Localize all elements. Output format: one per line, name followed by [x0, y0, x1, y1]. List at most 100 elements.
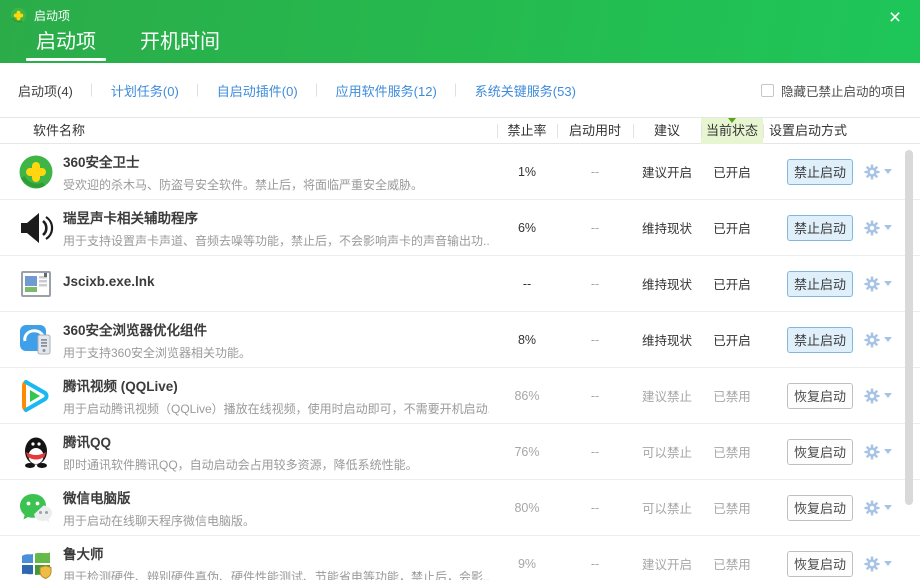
toggle-startup-button[interactable]: 禁止启动: [787, 271, 853, 297]
hide-disabled-checkbox[interactable]: 隐藏已禁止启动的项目: [761, 81, 906, 100]
software-description: 受欢迎的杀木马、防盗号安全软件。禁止后，将面临严重安全威胁。: [63, 176, 489, 193]
gear-dropdown-icon[interactable]: [863, 499, 892, 517]
software-description: 用于支持设置声卡声道、音频去噪等功能，禁止后，不会影响声卡的声音输出功...: [63, 232, 489, 249]
tab-startup-items[interactable]: 启动项: [36, 25, 96, 63]
toggle-startup-button[interactable]: 禁止启动: [787, 215, 853, 241]
table-row: 瑞昱声卡相关辅助程序 用于支持设置声卡声道、音频去噪等功能，禁止后，不会影响声卡…: [0, 200, 920, 256]
forbid-rate-value: 76%: [497, 445, 557, 459]
software-description: 用于支持360安全浏览器相关功能。: [63, 344, 489, 361]
table-row: 360安全浏览器优化组件 用于支持360安全浏览器相关功能。 8% -- 维持现…: [0, 312, 920, 368]
software-name: 鲁大师: [63, 543, 489, 563]
category-tab-4[interactable]: 系统关键服务(53): [456, 81, 595, 100]
gear-dropdown-icon[interactable]: [863, 275, 892, 293]
current-status-value: 已开启: [701, 274, 763, 293]
column-suggestion: 建议: [633, 118, 701, 144]
toggle-startup-button[interactable]: 恢复启动: [787, 439, 853, 465]
close-icon[interactable]: ×: [882, 4, 908, 30]
current-status-value: 已开启: [701, 330, 763, 349]
suggestion-value: 维持现状: [633, 330, 701, 349]
toggle-startup-button[interactable]: 恢复启动: [787, 551, 853, 577]
speaker-icon: [18, 210, 54, 246]
boot-time-value: --: [557, 389, 633, 403]
boot-time-value: --: [557, 557, 633, 571]
column-software-name: 软件名称: [0, 118, 497, 144]
column-forbid-rate: 禁止率: [497, 118, 557, 144]
boot-time-value: --: [557, 333, 633, 347]
toggle-startup-button[interactable]: 禁止启动: [787, 159, 853, 185]
window-title: 启动项: [34, 7, 70, 24]
main-tabs: 启动项 开机时间: [0, 30, 920, 63]
table-row: 鲁大师 用于检测硬件、辨别硬件真伪、硬件性能测试、节能省电等功能，禁止后，会影.…: [0, 536, 920, 580]
360-safe-icon: [18, 154, 54, 190]
current-status-value: 已禁用: [701, 498, 763, 517]
current-status-value: 已禁用: [701, 554, 763, 573]
qq-icon: [18, 434, 54, 470]
current-status-value: 已禁用: [701, 386, 763, 405]
table-row: 360安全卫士 受欢迎的杀木马、防盗号安全软件。禁止后，将面临严重安全威胁。 1…: [0, 144, 920, 200]
startup-manager-window: 启动项 × 启动项 开机时间 启动项(4)计划任务(0)自启动插件(0)应用软件…: [0, 0, 920, 580]
table-row: 腾讯QQ 即时通讯软件腾讯QQ，自动启动会占用较多资源，降低系统性能。 76% …: [0, 424, 920, 480]
sort-marker-icon: [728, 118, 736, 123]
category-tab-0[interactable]: 启动项(4): [18, 81, 92, 100]
suggestion-value: 维持现状: [633, 274, 701, 293]
table-row: 微信电脑版 用于启动在线聊天程序微信电脑版。 80% -- 可以禁止 已禁用 恢…: [0, 480, 920, 536]
software-name: 微信电脑版: [63, 487, 489, 507]
boot-time-value: --: [557, 277, 633, 291]
forbid-rate-value: --: [497, 277, 557, 291]
suggestion-value: 可以禁止: [633, 498, 701, 517]
app-window-icon: [18, 266, 54, 302]
forbid-rate-value: 1%: [497, 165, 557, 179]
forbid-rate-value: 86%: [497, 389, 557, 403]
toggle-startup-button[interactable]: 恢复启动: [787, 383, 853, 409]
software-name: 360安全卫士: [63, 151, 489, 171]
software-description: 即时通讯软件腾讯QQ，自动启动会占用较多资源，降低系统性能。: [63, 456, 489, 473]
software-name: 腾讯QQ: [63, 431, 489, 451]
gear-dropdown-icon[interactable]: [863, 219, 892, 237]
360-logo-icon: [10, 7, 27, 24]
suggestion-value: 可以禁止: [633, 442, 701, 461]
gear-dropdown-icon[interactable]: [863, 331, 892, 349]
filter-bar: 启动项(4)计划任务(0)自启动插件(0)应用软件服务(12)系统关键服务(53…: [0, 63, 920, 118]
360-browser-icon: [18, 322, 54, 358]
category-tabs: 启动项(4)计划任务(0)自启动插件(0)应用软件服务(12)系统关键服务(53…: [18, 81, 595, 100]
toggle-startup-button[interactable]: 禁止启动: [787, 327, 853, 353]
ludashi-icon: [18, 546, 54, 580]
software-name: 瑞昱声卡相关辅助程序: [63, 207, 489, 227]
boot-time-value: --: [557, 221, 633, 235]
checkbox-icon[interactable]: [761, 84, 774, 97]
current-status-value: 已开启: [701, 162, 763, 181]
software-name: 腾讯视频 (QQLive): [63, 375, 489, 395]
software-name: 360安全浏览器优化组件: [63, 319, 489, 339]
suggestion-value: 维持现状: [633, 218, 701, 237]
titlebar: 启动项 ×: [0, 0, 920, 30]
startup-items-list: 360安全卫士 受欢迎的杀木马、防盗号安全软件。禁止后，将面临严重安全威胁。 1…: [0, 144, 920, 580]
column-current-status: 当前状态: [701, 118, 763, 144]
suggestion-value: 建议禁止: [633, 386, 701, 405]
toggle-startup-button[interactable]: 恢复启动: [787, 495, 853, 521]
forbid-rate-value: 8%: [497, 333, 557, 347]
hide-disabled-label: 隐藏已禁止启动的项目: [781, 81, 906, 100]
gear-dropdown-icon[interactable]: [863, 443, 892, 461]
boot-time-value: --: [557, 165, 633, 179]
tab-boot-time[interactable]: 开机时间: [140, 25, 220, 63]
boot-time-value: --: [557, 501, 633, 515]
gear-dropdown-icon[interactable]: [863, 387, 892, 405]
suggestion-value: 建议开启: [633, 162, 701, 181]
gear-dropdown-icon[interactable]: [863, 163, 892, 181]
gear-dropdown-icon[interactable]: [863, 555, 892, 573]
category-tab-2[interactable]: 自启动插件(0): [198, 81, 317, 100]
category-tab-3[interactable]: 应用软件服务(12): [317, 81, 456, 100]
software-description: 用于检测硬件、辨别硬件真伪、硬件性能测试、节能省电等功能，禁止后，会影...: [63, 568, 489, 580]
software-description: 用于启动腾讯视频（QQLive）播放在线视频，使用时启动即可，不需要开机启动..: [63, 400, 489, 417]
current-status-value: 已开启: [701, 218, 763, 237]
boot-time-value: --: [557, 445, 633, 459]
current-status-value: 已禁用: [701, 442, 763, 461]
scrollbar[interactable]: [905, 150, 913, 505]
wechat-icon: [18, 490, 54, 526]
suggestion-value: 建议开启: [633, 554, 701, 573]
forbid-rate-value: 6%: [497, 221, 557, 235]
category-tab-1[interactable]: 计划任务(0): [92, 81, 198, 100]
table-header: 软件名称 禁止率 启动用时 建议 当前状态 设置启动方式: [0, 118, 920, 144]
window-header: 启动项 × 启动项 开机时间: [0, 0, 920, 63]
software-name: Jscixb.exe.lnk: [63, 274, 489, 289]
